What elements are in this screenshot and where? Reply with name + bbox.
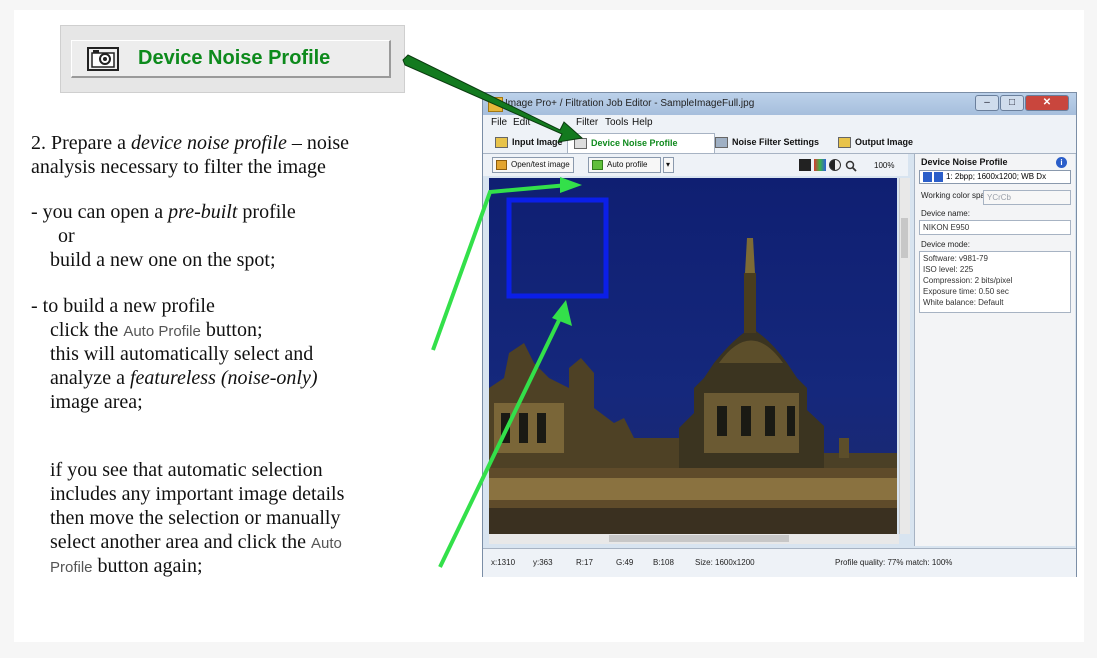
menu-filter[interactable]: Filter [576,117,598,128]
auto-reference: Auto [310,535,342,552]
save-as-icon[interactable] [934,172,943,182]
status-bar: x:1310 y:363 R:17 G:49 B:108 Size: 1600x… [483,548,1076,577]
contrast-icon[interactable] [829,159,841,171]
menu-bar: File Edit Filter Tools Help [483,115,1076,131]
device-name-field[interactable]: NIKON E950 [919,220,1071,235]
color-view-icon[interactable] [814,159,826,171]
horizontal-scroll-thumb[interactable] [609,535,789,542]
note-line2: includes any important image details [50,483,345,505]
device-name-label: Device name: [921,209,970,218]
output-image-icon [838,137,851,149]
profile-select[interactable]: 1: 2bpp; 1600x1200; WB Dx [919,170,1071,184]
device-noise-profile-label: Device Noise Profile [138,47,331,69]
note-line4: select another area and click the Auto [50,531,342,553]
camera-icon [87,47,119,71]
minimize-button[interactable]: – [975,95,999,111]
filter-icon [715,137,728,149]
status-x: x:1310 [491,558,516,567]
status-g: G:49 [616,558,634,567]
menu-edit[interactable]: Edit [513,117,530,128]
close-button[interactable]: ✕ [1025,95,1069,111]
auto-profile-reference: Auto Profile [123,323,201,340]
color-space-select[interactable]: YCrCb [983,190,1071,205]
building-photo [489,238,897,534]
note-line1: if you see that automatic selection [50,459,323,481]
bullet-auto-select: this will automatically select and [50,343,314,365]
bullet-open-profile: - you can open a pre-built profile [31,201,296,223]
info-icon[interactable]: i [1056,157,1067,168]
save-icon[interactable] [923,172,932,182]
zoom-level: 100% [874,161,895,170]
auto-profile-dropdown[interactable]: ▾ [663,157,674,173]
vertical-scroll-thumb[interactable] [901,218,908,258]
zoom-icon[interactable] [845,159,857,172]
image-canvas[interactable] [489,178,897,534]
bullet-build-new: build a new one on the spot; [50,249,276,271]
tab-output-image[interactable]: Output Image [838,133,913,152]
status-y: y:363 [533,558,553,567]
vertical-scrollbar[interactable] [899,178,910,534]
profile-reference: Profile [50,559,93,576]
toolbar: Open/test image Auto profile ▾ 100% [483,154,908,176]
status-size: Size: 1600x1200 [695,558,755,567]
auto-profile-icon [592,160,603,170]
menu-tools[interactable]: Tools [605,117,628,128]
bullet-image-area: image area; [50,391,143,413]
input-image-icon [495,137,508,149]
tab-device-noise-profile[interactable]: Device Noise Profile [567,133,715,153]
menu-file[interactable]: File [491,117,507,128]
note-line3: then move the selection or manually [50,507,341,529]
menu-help[interactable]: Help [632,117,653,128]
bullet-or: or [58,225,75,247]
status-b: B:108 [653,558,674,567]
horizontal-scrollbar[interactable] [489,534,899,544]
camera-icon [574,138,587,150]
title-bar: Image Pro+ / Filtration Job Editor - Sam… [483,93,1076,115]
bullet-build-profile: - to build a new profile [31,295,215,317]
device-mode-label: Device mode: [921,240,970,249]
step-heading-line2: analysis necessary to filter the image [31,156,326,178]
device-noise-profile-button[interactable]: Device Noise Profile [71,40,391,78]
tab-bar: Input Image Device Noise Profile Noise F… [483,131,1076,154]
bullet-click-auto-profile: click the Auto Profile button; [50,319,263,341]
grayscale-view-icon[interactable] [799,159,811,171]
window-title: Image Pro+ / Filtration Job Editor - Sam… [505,98,755,109]
app-icon [488,97,503,112]
maximize-button[interactable]: □ [1000,95,1024,111]
app-window: Image Pro+ / Filtration Job Editor - Sam… [482,92,1077,577]
auto-profile-button[interactable]: Auto profile [588,157,661,173]
tab-noise-filter-settings[interactable]: Noise Filter Settings [715,133,819,152]
status-profile-quality: Profile quality: 77% match: 100% [835,558,953,567]
device-noise-profile-callout: Device Noise Profile [60,25,405,93]
profile-side-panel: Device Noise Profile i 1: 2bpp; 1600x120… [914,154,1075,546]
status-r: R:17 [576,558,593,567]
bullet-analyze: analyze a featureless (noise-only) [50,367,318,389]
device-mode-field[interactable]: Software: v981-79 ISO level: 225 Compres… [919,251,1071,313]
open-test-image-button[interactable]: Open/test image [492,157,574,173]
side-panel-title: Device Noise Profile [921,157,1008,167]
step-heading: 2. Prepare a device noise profile – nois… [31,132,350,154]
open-image-icon [496,160,507,170]
note-line5: Profile button again; [50,555,203,577]
tab-input-image[interactable]: Input Image [495,133,563,152]
